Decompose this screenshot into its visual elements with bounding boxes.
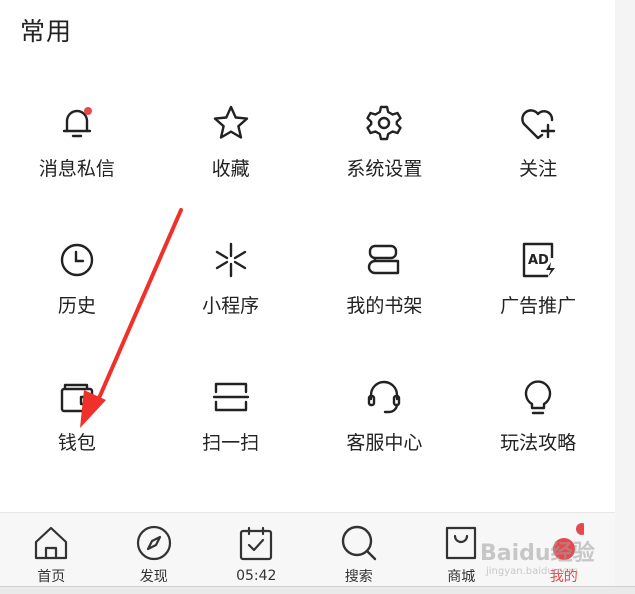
system-settings-button[interactable]: 系统设置 bbox=[308, 90, 462, 227]
mini-program-label: 小程序 bbox=[202, 295, 260, 317]
tab-mall-label: 商城 bbox=[447, 569, 476, 585]
gameplay-guide-button[interactable]: 玩法攻略 bbox=[461, 364, 615, 501]
bookshelf-icon bbox=[363, 239, 405, 281]
ad-promotion-button[interactable]: AD 广告推广 bbox=[461, 227, 615, 364]
watermark: Baidu经验 bbox=[480, 541, 595, 566]
messages-label: 消息私信 bbox=[38, 158, 115, 180]
wallet-label: 钱包 bbox=[57, 432, 96, 454]
wallet-icon bbox=[56, 376, 98, 418]
calendar-check-icon bbox=[235, 523, 277, 565]
tab-calendar-label: 05:42 bbox=[236, 568, 277, 584]
section-title: 常用 bbox=[20, 17, 73, 46]
follow-button[interactable]: 关注 bbox=[461, 90, 615, 227]
bookshelf-button[interactable]: 我的书架 bbox=[308, 227, 462, 364]
watermark-url: jingyan.baidu.com bbox=[486, 566, 579, 577]
bottom-edge-strip bbox=[0, 586, 635, 594]
mini-program-button[interactable]: 小程序 bbox=[154, 227, 308, 364]
headset-icon bbox=[363, 376, 405, 418]
follow-label: 关注 bbox=[519, 158, 558, 180]
home-icon bbox=[30, 523, 72, 563]
history-label: 历史 bbox=[57, 295, 96, 317]
shopping-bag-icon bbox=[440, 523, 482, 563]
customer-service-label: 客服中心 bbox=[346, 432, 423, 454]
search-icon bbox=[338, 523, 380, 563]
tab-discover-label: 发现 bbox=[139, 569, 168, 585]
grid-row: 钱包 扫一扫 客服中心 玩法攻略 bbox=[0, 364, 615, 501]
compass-icon bbox=[133, 523, 175, 563]
common-functions-grid: 消息私信 收藏 系统设置 关注 历史 小程序 我的书架 AD 广告推广 钱包 扫… bbox=[0, 90, 615, 501]
customer-service-button[interactable]: 客服中心 bbox=[308, 364, 462, 501]
right-edge-strip bbox=[615, 0, 635, 594]
star-icon bbox=[210, 102, 252, 144]
mini-program-icon bbox=[210, 239, 252, 281]
gameplay-guide-label: 玩法攻略 bbox=[500, 432, 577, 454]
tab-home[interactable]: 首页 bbox=[0, 513, 103, 586]
scan-label: 扫一扫 bbox=[202, 432, 260, 454]
ad-icon: AD bbox=[517, 239, 559, 281]
heart-plus-icon bbox=[517, 102, 559, 144]
messages-button[interactable]: 消息私信 bbox=[0, 90, 154, 227]
tab-search[interactable]: 搜索 bbox=[308, 513, 411, 586]
ad-promotion-label: 广告推广 bbox=[500, 295, 577, 317]
tab-calendar[interactable]: 05:42 bbox=[205, 513, 308, 586]
favorites-button[interactable]: 收藏 bbox=[154, 90, 308, 227]
history-button[interactable]: 历史 bbox=[0, 227, 154, 364]
tab-home-label: 首页 bbox=[37, 569, 66, 585]
bookshelf-label: 我的书架 bbox=[346, 295, 423, 317]
tab-search-label: 搜索 bbox=[344, 569, 373, 585]
svg-text:AD: AD bbox=[528, 253, 549, 268]
tab-discover[interactable]: 发现 bbox=[103, 513, 206, 586]
scan-icon bbox=[210, 376, 252, 418]
favorites-label: 收藏 bbox=[211, 158, 250, 180]
wallet-button[interactable]: 钱包 bbox=[0, 364, 154, 501]
clock-icon bbox=[56, 239, 98, 281]
bell-icon bbox=[56, 102, 98, 144]
gear-icon bbox=[363, 102, 405, 144]
system-settings-label: 系统设置 bbox=[346, 158, 423, 180]
grid-row: 历史 小程序 我的书架 AD 广告推广 bbox=[0, 227, 615, 364]
grid-row: 消息私信 收藏 系统设置 关注 bbox=[0, 90, 615, 227]
scan-button[interactable]: 扫一扫 bbox=[154, 364, 308, 501]
bulb-icon bbox=[517, 376, 559, 418]
